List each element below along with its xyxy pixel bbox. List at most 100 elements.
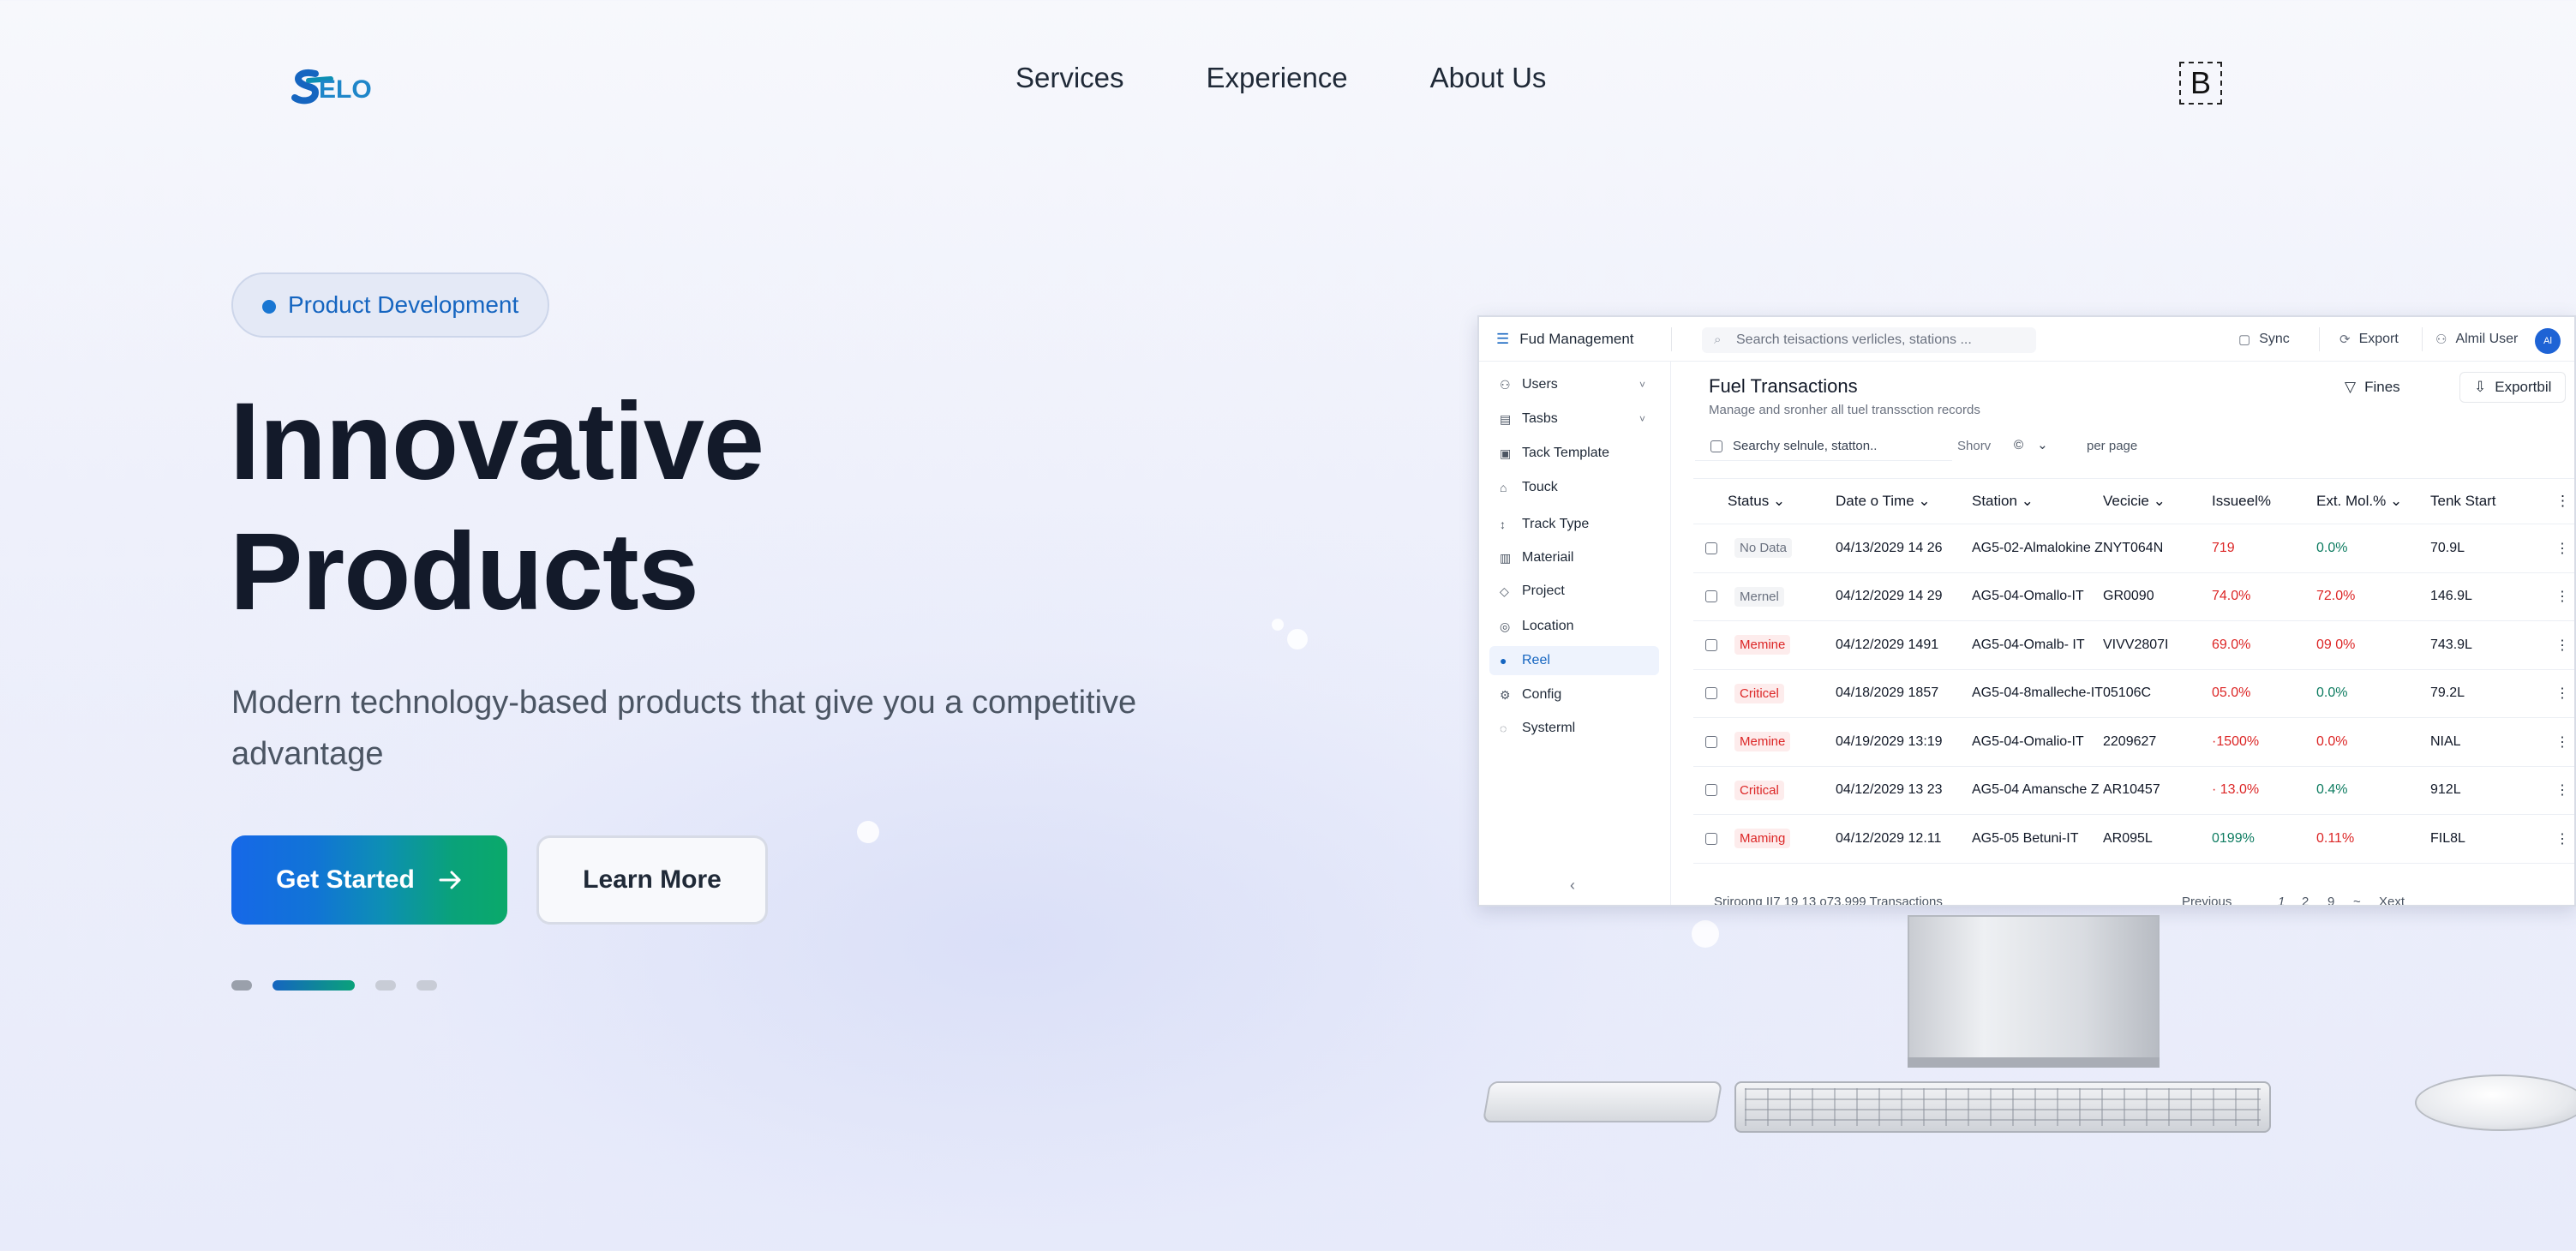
checkbox[interactable] bbox=[1710, 440, 1722, 452]
table-row[interactable]: Maming 04/12/2029 12.11 AG5-05 Betuni-IT AR… bbox=[1693, 815, 2574, 864]
column-header-tank[interactable]: Tenk Start bbox=[2430, 493, 2496, 510]
hero-subtitle: Modern technology-based products that gi… bbox=[231, 685, 1137, 772]
row-more-icon[interactable]: ⋮ bbox=[2555, 830, 2569, 847]
material-icon: ▥ bbox=[1500, 550, 1512, 565]
row-checkbox[interactable] bbox=[1705, 687, 1717, 700]
hero-title-line-1: Innovative bbox=[230, 380, 764, 503]
brand-logo[interactable]: ELO bbox=[290, 65, 372, 111]
sidebar-item-touck[interactable]: ⌂ Touck bbox=[1489, 473, 1659, 502]
table-body: No Data 04/13/2029 14 26 AG5-02-Almalokine… bbox=[1693, 524, 2574, 864]
row-more-icon[interactable]: ⋮ bbox=[2555, 540, 2569, 557]
get-started-label: Get Started bbox=[276, 865, 415, 894]
sidebar-item-label: Reel bbox=[1522, 653, 1550, 667]
sidebar-item-users[interactable]: ⚇ Users ˅ bbox=[1489, 370, 1659, 399]
column-header-issued[interactable]: Issueel% bbox=[2212, 493, 2271, 510]
page-button[interactable]: 9 bbox=[2327, 895, 2334, 905]
slide-dot[interactable] bbox=[416, 980, 437, 991]
column-header-vehicle[interactable]: Vecicie ⌄ bbox=[2103, 493, 2166, 510]
main-content: Fuel Transactions Manage and sronher all… bbox=[1671, 362, 2574, 905]
table-row[interactable]: Mernel 04/12/2029 14 29 AG5-04-Omallo-IT GR… bbox=[1693, 573, 2574, 621]
nav-services[interactable]: Services bbox=[1015, 62, 1124, 94]
sidebar-item-track-type[interactable]: ↕ Track Type bbox=[1489, 510, 1659, 539]
hero-title-line-2: Products bbox=[230, 511, 699, 633]
chevron-down-icon: ⌄ bbox=[2037, 438, 2048, 452]
row-checkbox[interactable] bbox=[1705, 590, 1717, 603]
export-data-button[interactable]: ⇩ Exportbil bbox=[2459, 372, 2567, 403]
cell-ext: 0.11% bbox=[2316, 830, 2355, 846]
table-search-input[interactable]: Searchy selnule, statton.. bbox=[1695, 432, 1952, 461]
column-header-datetime[interactable]: Date o Time ⌄ bbox=[1836, 493, 1931, 510]
monitor-stand bbox=[1908, 915, 2160, 1068]
page-size-select[interactable]: © ⌄ bbox=[2014, 437, 2048, 453]
row-more-icon[interactable]: ⋮ bbox=[2555, 637, 2569, 654]
sidebar-item-location[interactable]: ◎ Location bbox=[1489, 612, 1659, 641]
cell-tank: FIL8L bbox=[2430, 830, 2465, 846]
row-more-icon[interactable]: ⋮ bbox=[2555, 733, 2569, 751]
row-checkbox[interactable] bbox=[1705, 832, 1717, 845]
slide-dot-active[interactable] bbox=[273, 980, 355, 991]
row-checkbox[interactable] bbox=[1705, 735, 1717, 748]
row-checkbox[interactable] bbox=[1705, 784, 1717, 797]
nav-experience[interactable]: Experience bbox=[1207, 62, 1348, 94]
cell-station: AG5-05 Betuni-IT bbox=[1972, 830, 2079, 846]
column-header-ext[interactable]: Ext. Mol.% ⌄ bbox=[2316, 493, 2402, 510]
sidebar-item-reel[interactable]: ● Reel bbox=[1489, 646, 1659, 675]
page-button[interactable]: 1 bbox=[2278, 895, 2285, 905]
page-button[interactable]: 2 bbox=[2302, 895, 2309, 905]
row-checkbox[interactable] bbox=[1705, 638, 1717, 651]
cell-status: Critical bbox=[1734, 780, 1784, 800]
sync-button[interactable]: ▢ Sync bbox=[2238, 332, 2290, 347]
sidebar-item-tasbs[interactable]: ▤ Tasbs ˅ bbox=[1489, 404, 1659, 434]
table-row[interactable]: Critical 04/12/2029 13 23 AG5-04 Amansche … bbox=[1693, 767, 2574, 815]
column-header-station[interactable]: Station ⌄ bbox=[1972, 493, 2034, 510]
table-row[interactable]: Criticel 04/18/2029 1857 AG5-04-8malleche-… bbox=[1693, 670, 2574, 718]
sidebar-item-label: Tack Template bbox=[1522, 446, 1609, 460]
nav-about-us[interactable]: About Us bbox=[1430, 62, 1547, 94]
more-icon[interactable]: ⋮ bbox=[2555, 493, 2570, 510]
cell-tank: NIAL bbox=[2430, 733, 2461, 749]
sidebar-item-config[interactable]: ⚙ Config bbox=[1489, 680, 1659, 709]
sidebar-item-tack-template[interactable]: ▣ Tack Template bbox=[1489, 439, 1659, 468]
row-more-icon[interactable]: ⋮ bbox=[2555, 685, 2569, 702]
sidebar-item-system[interactable]: ◌ Systerml bbox=[1489, 714, 1659, 743]
cell-status: No Data bbox=[1734, 538, 1793, 559]
slide-dot[interactable] bbox=[375, 980, 396, 991]
cell-datetime: 04/13/2029 14 26 bbox=[1836, 540, 1943, 555]
show-label: Shorv bbox=[1957, 439, 1992, 453]
learn-more-button[interactable]: Learn More bbox=[536, 835, 768, 925]
row-more-icon[interactable]: ⋮ bbox=[2555, 781, 2569, 799]
avatar[interactable]: Al bbox=[2535, 328, 2561, 354]
previous-page-button[interactable]: Previous bbox=[2182, 895, 2232, 905]
user-menu[interactable]: ⚇ Almil User bbox=[2435, 332, 2518, 347]
cell-tank: 912L bbox=[2430, 782, 2461, 798]
sidebar-item-material[interactable]: ▥ Materiail bbox=[1489, 543, 1659, 572]
sidebar-item-label: Touck bbox=[1522, 480, 1558, 494]
hamburger-icon[interactable]: ☰ bbox=[1496, 331, 1509, 347]
next-page-button[interactable]: Xext bbox=[2379, 895, 2405, 905]
app-title-label: Fud Management bbox=[1519, 331, 1634, 347]
cell-vehicle: AR095L bbox=[2103, 830, 2153, 846]
cell-tank: 146.9L bbox=[2430, 589, 2472, 604]
sidebar-item-label: Materiail bbox=[1522, 550, 1574, 565]
sidebar-item-project[interactable]: ◇ Project bbox=[1489, 577, 1659, 606]
column-header-status[interactable]: Status ⌄ bbox=[1728, 493, 1785, 510]
menu-button[interactable]: B bbox=[2179, 62, 2222, 105]
keyboard-image bbox=[1734, 1081, 2271, 1133]
row-more-icon[interactable]: ⋮ bbox=[2555, 588, 2569, 605]
get-started-button[interactable]: Get Started bbox=[231, 835, 507, 925]
slide-dot[interactable] bbox=[231, 980, 252, 991]
export-button[interactable]: ⟳ Export bbox=[2339, 332, 2399, 347]
category-badge: Product Development bbox=[231, 272, 550, 338]
cell-status: Mernel bbox=[1734, 586, 1784, 607]
table-row[interactable]: Memine 04/12/2029 1491 AG5-04-Omalb- IT VIV… bbox=[1693, 621, 2574, 670]
global-search-input[interactable]: ⌕ Search teisactions verlicles, stations… bbox=[1702, 327, 2036, 353]
table-row[interactable]: No Data 04/13/2029 14 26 AG5-02-Almalokine… bbox=[1693, 524, 2574, 573]
row-checkbox[interactable] bbox=[1705, 542, 1717, 554]
page-button[interactable]: ~ bbox=[2353, 895, 2361, 905]
cell-station: AG5-04-Omallo-IT bbox=[1972, 589, 2084, 604]
filter-button[interactable]: ▽ Fines bbox=[2331, 372, 2414, 403]
hero-title: Innovative Products bbox=[230, 377, 764, 637]
table-row[interactable]: Memine 04/19/2029 13:19 AG5-04-Omalio-IT 22… bbox=[1693, 718, 2574, 767]
column-header-label: Status bbox=[1728, 493, 1770, 509]
collapse-sidebar-icon[interactable]: ‹ bbox=[1570, 877, 1575, 895]
